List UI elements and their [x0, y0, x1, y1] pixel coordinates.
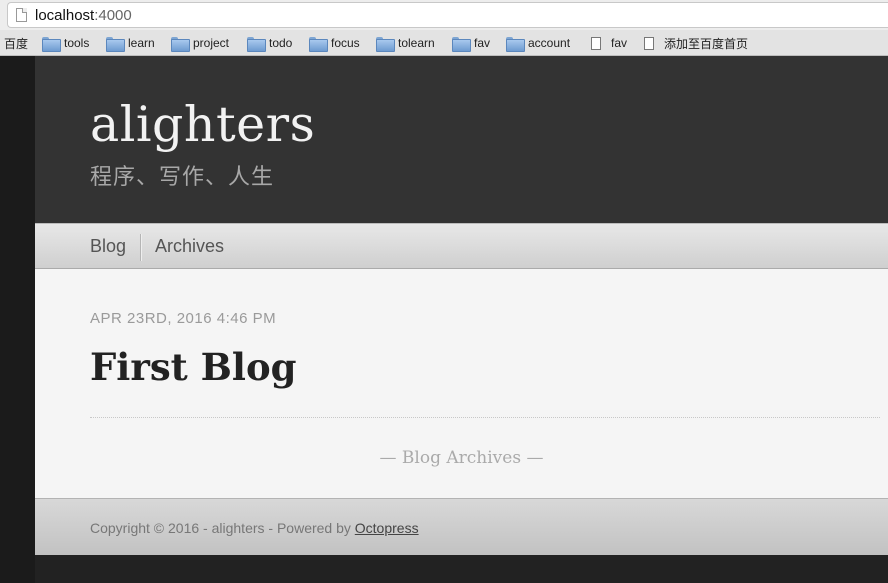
bookmark-folder-focus[interactable]: focus [309, 35, 360, 52]
folder-icon [42, 36, 61, 52]
bookmark-label: fav [474, 36, 491, 50]
octopress-link[interactable]: Octopress [355, 520, 419, 536]
bookmark-label: account [528, 36, 571, 50]
bookmark-label: tools [64, 36, 90, 50]
url-host: localhost [35, 7, 95, 24]
main-content: APR 23RD, 2016 4:46 PM First Blog — Blog… [35, 269, 888, 498]
bookmark-label: todo [269, 36, 293, 50]
blog-page: alighters 程序、写作、人生 Blog Archives APR 23R… [35, 56, 888, 555]
file-icon [591, 36, 601, 50]
site-header: alighters 程序、写作、人生 [35, 56, 888, 223]
bookmark-baidu[interactable]: 百度 [4, 35, 28, 51]
bookmark-label: 百度 [4, 36, 29, 51]
post-title[interactable]: First Blog [90, 345, 297, 389]
bookmark-label: fav [611, 36, 628, 50]
page-icon [16, 8, 27, 22]
footer-copyright: Copyright © 2016 - alighters - Powered b… [90, 520, 419, 536]
folder-icon [106, 36, 125, 52]
blog-archives-link[interactable]: — Blog Archives — [35, 448, 888, 468]
bookmark-label: tolearn [398, 36, 435, 50]
bookmark-fav[interactable]: fav [591, 35, 627, 51]
folder-icon [171, 36, 190, 52]
address-bar: localhost:4000 [0, 0, 888, 30]
bookmark-folder-learn[interactable]: learn [106, 35, 155, 52]
left-gutter [0, 56, 35, 583]
file-icon [644, 36, 654, 50]
main-nav: Blog Archives [35, 223, 888, 269]
site-footer: Copyright © 2016 - alighters - Powered b… [35, 498, 888, 555]
nav-blog-link[interactable]: Blog [90, 236, 126, 257]
bookmarks-bar: 百度 tools learn project todo focus tolear… [0, 30, 888, 56]
nav-divider [140, 234, 141, 261]
bookmark-folder-fav[interactable]: fav [452, 35, 491, 52]
bookmark-folder-tolearn[interactable]: tolearn [376, 35, 435, 52]
site-title[interactable]: alighters [90, 96, 315, 153]
content-divider [90, 417, 880, 418]
url-field[interactable]: localhost:4000 [7, 2, 888, 28]
bookmark-label: 添加至百度首页 [664, 36, 749, 51]
post-date: APR 23RD, 2016 4:46 PM [90, 310, 277, 327]
bookmark-add-baidu-home[interactable]: 添加至百度首页 [644, 35, 748, 51]
bookmark-label: learn [128, 36, 155, 50]
folder-icon [376, 36, 395, 52]
bookmark-folder-account[interactable]: account [506, 35, 571, 52]
site-subtitle: 程序、写作、人生 [90, 164, 275, 189]
folder-icon [247, 36, 266, 52]
bookmark-label: project [193, 36, 230, 50]
folder-icon [506, 36, 525, 52]
folder-icon [452, 36, 471, 52]
nav-archives-link[interactable]: Archives [155, 236, 224, 257]
folder-icon [309, 36, 328, 52]
bookmark-label: focus [331, 36, 360, 50]
bookmark-folder-project[interactable]: project [171, 35, 230, 52]
url-port: :4000 [94, 7, 132, 24]
bookmark-folder-todo[interactable]: todo [247, 35, 293, 52]
url-text[interactable]: localhost:4000 [35, 7, 132, 24]
bookmark-folder-tools[interactable]: tools [42, 35, 90, 52]
copyright-text: Copyright © 2016 - alighters - Powered b… [90, 520, 355, 536]
